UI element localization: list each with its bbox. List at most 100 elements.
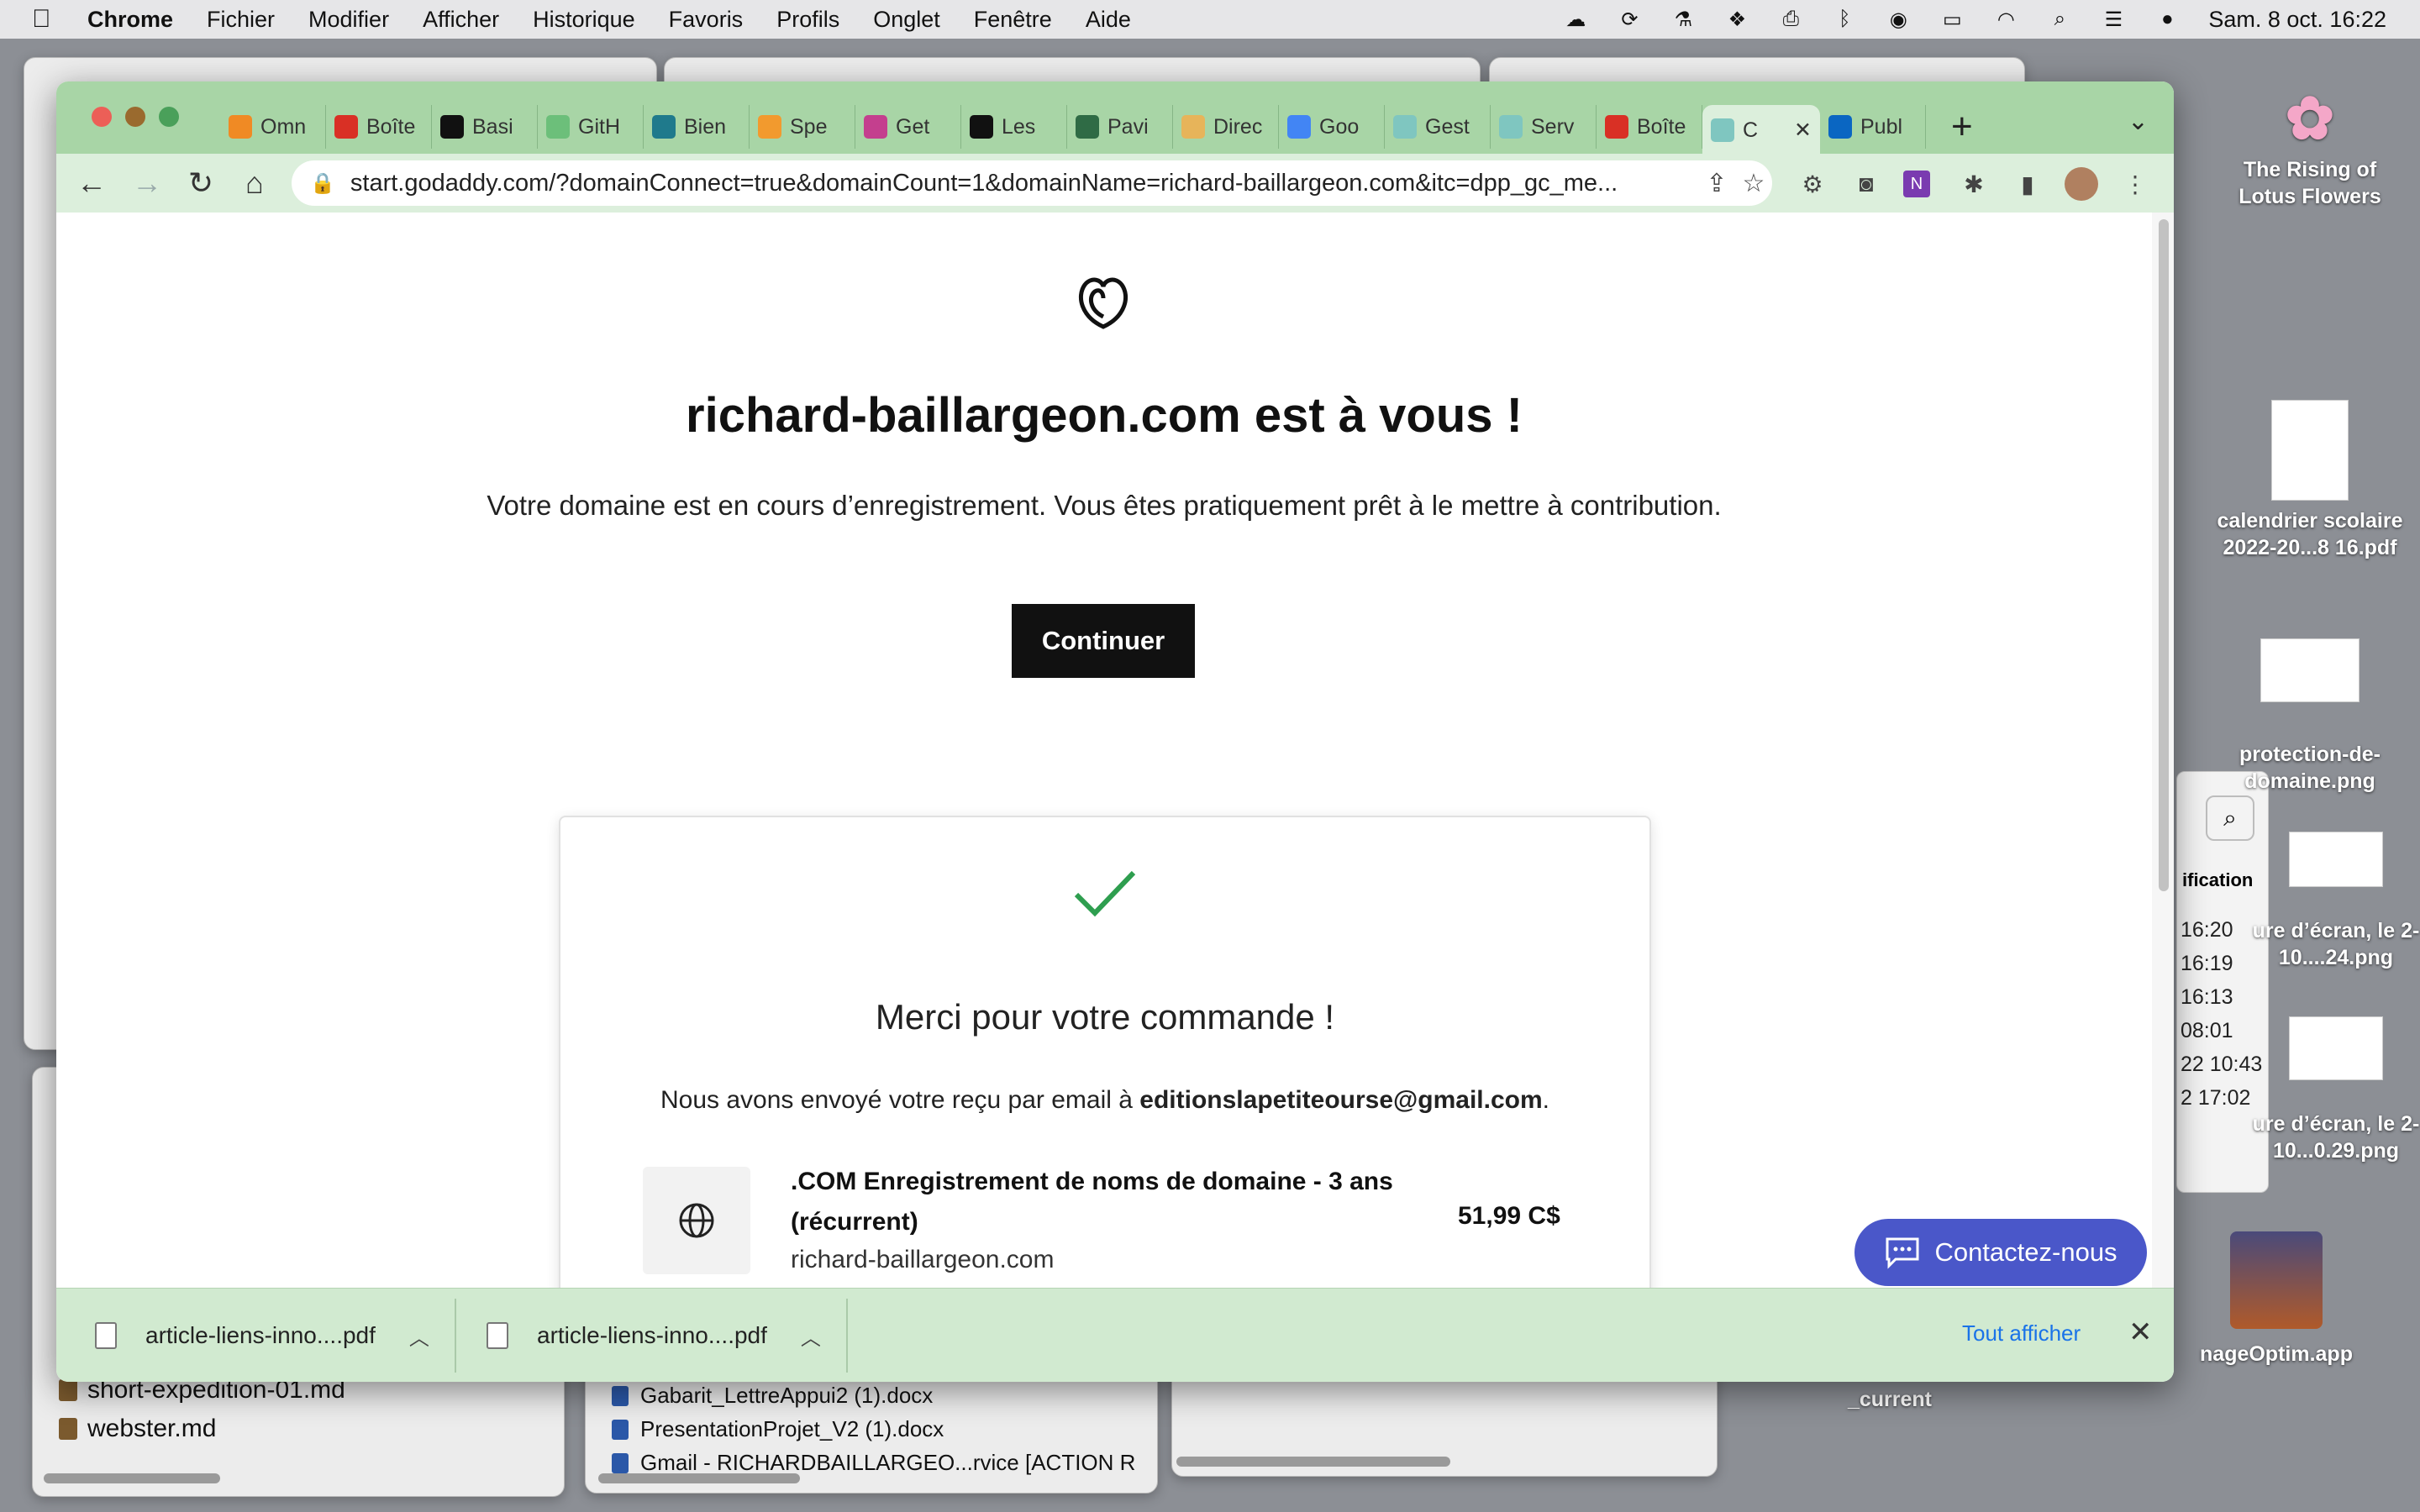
chrome-menu-icon[interactable]: ⋮ (2118, 167, 2152, 201)
tab-search-chevron-icon[interactable]: ⌄ (2128, 107, 2149, 136)
word-file-icon (612, 1419, 629, 1440)
accessibility-icon[interactable]: ◉ (1886, 7, 1911, 32)
tab-label: Les (1002, 114, 1036, 139)
list-item-time[interactable]: 16:13 (2181, 985, 2233, 1010)
address-bar[interactable]: 🔒 start.godaddy.com/?domainConnect=true&… (292, 160, 1772, 206)
search-icon[interactable]: ⌕ (2206, 795, 2254, 841)
finder-file[interactable]: Gabarit_LettreAppui2 (1).docx (612, 1383, 933, 1409)
side-panel-icon[interactable]: ▮ (2011, 167, 2044, 201)
tab-favicon-icon (1828, 115, 1852, 139)
profile-avatar[interactable] (2065, 167, 2098, 201)
menubar-clock[interactable]: Sam. 8 oct. 16:22 (2208, 7, 2386, 33)
home-button[interactable]: ⌂ (236, 165, 273, 201)
browser-tab[interactable]: Goo (1279, 105, 1385, 149)
share-icon[interactable]: ⇪ (1698, 169, 1735, 198)
menu-fenetre[interactable]: Fenêtre (974, 7, 1052, 33)
column-header-modification[interactable]: ification (2182, 869, 2253, 891)
browser-tab[interactable]: Les (961, 105, 1067, 149)
bookmark-star-icon[interactable]: ☆ (1735, 169, 1772, 198)
desktop-icon-protection-png[interactable]: protection-de-domaine.png (2213, 638, 2407, 795)
list-item-time[interactable]: 16:20 (2181, 918, 2233, 942)
apple-menu-icon[interactable]:  (32, 5, 62, 34)
back-button[interactable]: ← (73, 165, 110, 201)
siri-icon[interactable]: ● (2154, 7, 2180, 32)
close-tab-icon[interactable]: ✕ (1794, 118, 1812, 143)
finder-scrollbar[interactable] (44, 1473, 220, 1483)
browser-tab[interactable]: Publ (1820, 105, 1926, 149)
desktop-icon-label: The Rising of Lotus Flowers (2238, 158, 2381, 208)
browser-tab[interactable]: Omn (220, 105, 326, 149)
browser-tab[interactable]: Bien (644, 105, 750, 149)
contact-us-button[interactable]: Contactez-nous (1854, 1219, 2147, 1286)
forward-button[interactable]: → (129, 165, 166, 201)
browser-tab[interactable]: Pavi (1067, 105, 1173, 149)
extensions-puzzle-icon[interactable]: ✱ (1957, 167, 1991, 201)
finder-file[interactable]: Gmail - RICHARDBAILLARGEO...rvice [ACTIO… (612, 1450, 1135, 1476)
thanks-heading: Merci pour votre commande ! (875, 997, 1335, 1037)
battery-icon[interactable]: ▭ (1939, 7, 1965, 32)
flask-icon[interactable]: ⚗ (1670, 7, 1696, 32)
menu-historique[interactable]: Historique (533, 7, 635, 33)
search-icon[interactable]: ⌕ (2047, 7, 2072, 32)
finder-scrollbar[interactable] (598, 1473, 800, 1483)
minimize-window-button[interactable] (125, 107, 145, 127)
extension-gear-icon[interactable]: ⚙ (1796, 167, 1829, 201)
desktop-icon-screenshot-1[interactable]: ure d’écran, le 2-10....24.png (2252, 832, 2420, 971)
browser-tab[interactable]: Boîte (1597, 105, 1702, 149)
browser-tab[interactable]: Basi (432, 105, 538, 149)
menu-afficher[interactable]: Afficher (423, 7, 499, 33)
new-tab-button[interactable]: + (1951, 106, 1973, 148)
browser-tab[interactable]: Get (855, 105, 961, 149)
desktop-icon-current[interactable]: _current (1793, 1386, 1986, 1413)
menu-modifier[interactable]: Modifier (308, 7, 389, 33)
chevron-up-icon[interactable]: ︿ (409, 1321, 429, 1351)
menu-app-name[interactable]: Chrome (87, 7, 173, 33)
browser-tab[interactable]: Gest (1385, 105, 1491, 149)
scrollbar-thumb[interactable] (2159, 219, 2169, 891)
chevron-up-icon[interactable]: ︿ (801, 1321, 821, 1351)
extension-camera-icon[interactable]: ◙ (1849, 167, 1883, 201)
desktop-icon-lotus[interactable]: ✿ The Rising of Lotus Flowers (2213, 81, 2407, 210)
browser-tab[interactable]: Direc (1173, 105, 1279, 149)
menu-onglet[interactable]: Onglet (873, 7, 940, 33)
web-file-icon (612, 1452, 629, 1473)
browser-tab[interactable]: Boîte (326, 105, 432, 149)
url-text[interactable]: start.godaddy.com/?domainConnect=true&do… (350, 170, 1698, 197)
cloud-icon[interactable]: ☁ (1563, 7, 1588, 32)
wifi-icon[interactable]: ◠ (1993, 7, 2018, 32)
menu-aide[interactable]: Aide (1086, 7, 1131, 33)
printer-icon[interactable]: ⎙ (1778, 7, 1803, 32)
browser-tab[interactable]: GitH (538, 105, 644, 149)
browser-tab[interactable]: C ✕ (1702, 105, 1820, 155)
menu-profils[interactable]: Profils (776, 7, 839, 33)
finder-file[interactable]: PresentationProjet_V2 (1).docx (612, 1416, 944, 1442)
download-item[interactable]: article-liens-inno....pdf ︿ (95, 1289, 429, 1382)
bluetooth-icon[interactable]: ᛒ (1832, 7, 1857, 32)
desktop-icon-calendar-pdf[interactable]: calendrier scolaire 2022-20...8 16.pdf (2213, 400, 2407, 561)
onenote-extension-icon[interactable]: N (1903, 171, 1930, 197)
list-item-time[interactable]: 2 17:02 (2181, 1086, 2250, 1110)
download-item[interactable]: article-liens-inno....pdf ︿ (487, 1289, 821, 1382)
zoom-window-button[interactable] (159, 107, 179, 127)
menu-fichier[interactable]: Fichier (207, 7, 275, 33)
sync-icon[interactable]: ⟳ (1617, 7, 1642, 32)
desktop-icon-imageoptim[interactable]: nageOptim.app (2180, 1231, 2373, 1368)
dropbox-icon[interactable]: ❖ (1724, 7, 1749, 32)
browser-tab[interactable]: Spe (750, 105, 855, 149)
finder-scrollbar[interactable] (1176, 1457, 1450, 1467)
show-all-downloads-link[interactable]: Tout afficher (1962, 1320, 2081, 1347)
close-window-button[interactable] (92, 107, 112, 127)
lock-icon[interactable]: 🔒 (310, 171, 335, 196)
page-scrollbar[interactable] (2152, 213, 2174, 1288)
browser-tab[interactable]: Serv (1491, 105, 1597, 149)
continue-button[interactable]: Continuer (1012, 604, 1195, 678)
list-item-time[interactable]: 22 10:43 (2181, 1053, 2262, 1077)
list-item-time[interactable]: 16:19 (2181, 952, 2233, 976)
list-item-time[interactable]: 08:01 (2181, 1019, 2233, 1043)
desktop-icon-screenshot-2[interactable]: ure d’écran, le 2-10...0.29.png (2252, 1016, 2420, 1164)
control-center-icon[interactable]: ☰ (2101, 7, 2126, 32)
close-icon[interactable]: ✕ (2128, 1315, 2153, 1349)
reload-button[interactable]: ↻ (182, 165, 219, 201)
menu-favoris[interactable]: Favoris (669, 7, 744, 33)
finder-file[interactable]: webster.md (59, 1415, 216, 1443)
